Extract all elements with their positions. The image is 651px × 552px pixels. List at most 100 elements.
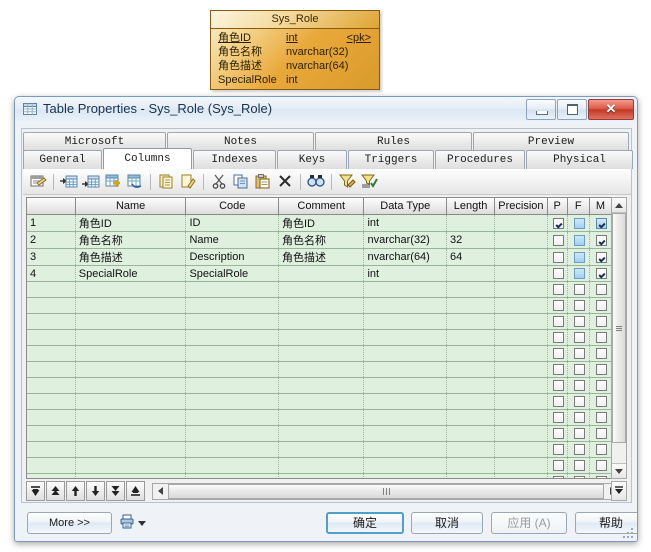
checkbox[interactable]	[574, 380, 586, 392]
checkbox[interactable]	[596, 428, 608, 440]
cell-length[interactable]	[446, 377, 496, 394]
cell-primary[interactable]	[547, 214, 568, 232]
tab-procedures[interactable]: Procedures	[435, 150, 525, 169]
checkbox[interactable]	[574, 460, 586, 472]
checkbox[interactable]	[596, 444, 608, 456]
col-header-comment[interactable]: Comment	[278, 198, 365, 215]
apply-button[interactable]: 应用 (A)	[491, 512, 567, 534]
cell-row-number[interactable]	[27, 441, 76, 458]
cell-name[interactable]: 角色描述	[75, 248, 187, 266]
grid-vertical-scrollbar[interactable]	[611, 197, 627, 479]
cell-comment[interactable]	[278, 457, 365, 474]
cell-foreign[interactable]	[567, 361, 590, 378]
cell-length[interactable]	[446, 441, 496, 458]
cell-datatype[interactable]	[363, 425, 447, 442]
cell-code[interactable]	[185, 441, 279, 458]
cell-precision[interactable]	[494, 214, 548, 232]
scroll-left-button[interactable]	[153, 484, 167, 499]
checkbox[interactable]	[596, 251, 608, 263]
table-row-empty[interactable]	[27, 297, 613, 314]
checkbox[interactable]	[553, 268, 565, 280]
cell-mandatory[interactable]	[589, 214, 613, 232]
cell-length[interactable]	[446, 393, 496, 410]
cell-comment[interactable]	[278, 425, 365, 442]
checkbox[interactable]	[596, 412, 608, 424]
cell-primary[interactable]	[547, 265, 568, 282]
cell-name[interactable]	[75, 313, 187, 330]
cell-comment[interactable]	[278, 361, 365, 378]
cell-name[interactable]	[75, 297, 187, 314]
checkbox[interactable]	[574, 217, 586, 229]
minimize-button[interactable]	[526, 99, 556, 120]
cell-row-number[interactable]	[27, 297, 76, 314]
checkbox[interactable]	[596, 217, 608, 229]
page-down-button[interactable]	[106, 481, 125, 501]
columns-grid[interactable]: Name Code Comment Data Type Length Preci…	[26, 197, 626, 479]
find-icon[interactable]	[305, 171, 327, 192]
cell-precision[interactable]	[494, 361, 548, 378]
checkbox[interactable]	[553, 284, 565, 296]
cell-foreign[interactable]	[567, 377, 590, 394]
cell-code[interactable]: Description	[185, 248, 279, 266]
resize-grip[interactable]	[622, 527, 634, 539]
cell-primary[interactable]	[547, 313, 568, 330]
table-row-empty[interactable]	[27, 281, 613, 298]
cell-name[interactable]: 角色ID	[75, 214, 187, 232]
cell-datatype[interactable]	[363, 441, 447, 458]
cell-foreign[interactable]	[567, 297, 590, 314]
cell-precision[interactable]	[494, 248, 548, 266]
checkbox[interactable]	[596, 316, 608, 328]
cell-name[interactable]	[75, 457, 187, 474]
cell-name[interactable]: SpecialRole	[75, 265, 187, 282]
checkbox[interactable]	[553, 364, 565, 376]
checkbox[interactable]	[553, 348, 565, 360]
chevron-down-icon[interactable]	[138, 520, 146, 526]
checkbox[interactable]	[574, 428, 586, 440]
cell-comment[interactable]	[278, 265, 365, 282]
checkbox[interactable]	[596, 364, 608, 376]
table-row[interactable]: 1 角色ID ID 角色ID int	[27, 214, 613, 232]
tab-keys[interactable]: Keys	[277, 150, 347, 169]
checkbox[interactable]	[574, 348, 586, 360]
checkbox[interactable]	[553, 460, 565, 472]
cell-length[interactable]: 64	[446, 248, 496, 266]
cell-name[interactable]	[75, 345, 187, 362]
cell-foreign[interactable]	[567, 345, 590, 362]
move-up-button[interactable]	[66, 481, 85, 501]
page-up-button[interactable]	[46, 481, 65, 501]
checkbox[interactable]	[553, 316, 565, 328]
cell-comment[interactable]: 角色名称	[278, 231, 365, 249]
move-down-button[interactable]	[86, 481, 105, 501]
cell-primary[interactable]	[547, 409, 568, 426]
close-button[interactable]: ✕	[588, 99, 634, 120]
cell-code[interactable]	[185, 361, 279, 378]
checkbox[interactable]	[596, 476, 608, 478]
cell-length[interactable]	[446, 425, 496, 442]
cell-mandatory[interactable]	[589, 393, 613, 410]
grid-horizontal-scrollbar[interactable]	[152, 482, 620, 500]
table-row-empty[interactable]	[27, 377, 613, 394]
duplicate-icon[interactable]	[155, 171, 177, 192]
insert-row-icon[interactable]	[58, 171, 80, 192]
cell-length[interactable]	[446, 457, 496, 474]
tab-columns[interactable]: Columns	[103, 148, 192, 169]
checkbox[interactable]	[553, 412, 565, 424]
table-row-empty[interactable]	[27, 345, 613, 362]
table-row[interactable]: 2 角色名称 Name 角色名称 nvarchar(32) 32	[27, 231, 613, 249]
cell-datatype[interactable]	[363, 393, 447, 410]
cell-comment[interactable]	[278, 441, 365, 458]
cell-comment[interactable]	[278, 409, 365, 426]
cell-precision[interactable]	[494, 441, 548, 458]
more-button[interactable]: More >>	[27, 512, 112, 534]
cell-comment[interactable]	[278, 329, 365, 346]
cell-code[interactable]	[185, 409, 279, 426]
cell-length[interactable]	[446, 313, 496, 330]
checkbox[interactable]	[574, 332, 586, 344]
cell-comment[interactable]: 角色描述	[278, 248, 365, 266]
apply-filter-icon[interactable]	[358, 171, 380, 192]
cell-foreign[interactable]	[567, 281, 590, 298]
cell-comment[interactable]	[278, 393, 365, 410]
delete-icon[interactable]	[274, 171, 296, 192]
cell-row-number[interactable]: 4	[27, 265, 76, 282]
checkbox[interactable]	[553, 300, 565, 312]
